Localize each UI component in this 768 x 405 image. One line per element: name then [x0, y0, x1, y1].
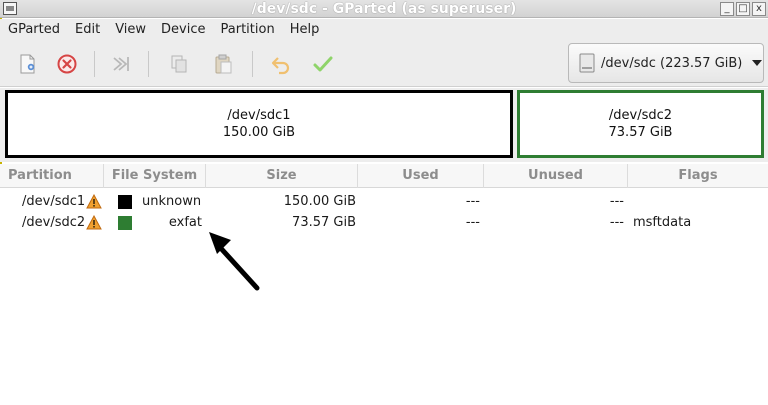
apply-icon	[313, 56, 333, 72]
menu-partition[interactable]: Partition	[213, 19, 282, 41]
paste-button[interactable]	[210, 51, 236, 77]
partition-cell: /dev/sdc2	[22, 215, 86, 230]
minimize-button[interactable]: _	[720, 2, 734, 16]
new-partition-button[interactable]	[14, 51, 40, 77]
chevron-down-icon	[752, 60, 763, 66]
close-button[interactable]: x	[752, 2, 766, 16]
table-row[interactable]: /dev/sdc1 unknown 150.00 GiB --- ---	[0, 190, 768, 213]
column-header-flags[interactable]: Flags	[628, 164, 768, 188]
used-cell: ---	[465, 215, 480, 230]
table-row[interactable]: /dev/sdc2 exfat 73.57 GiB --- --- msftda…	[0, 211, 768, 234]
disk-map: /dev/sdc1 150.00 GiB /dev/sdc2 73.57 GiB	[0, 88, 768, 162]
device-selector-label: /dev/sdc (223.57 GiB)	[601, 55, 743, 71]
menu-edit[interactable]: Edit	[67, 19, 107, 41]
menu-bar: GParted Edit View Device Partition Help	[0, 19, 768, 41]
table-header: Partition File System Size Used Unused F…	[0, 164, 768, 188]
partition-name: /dev/sdc2	[608, 108, 673, 123]
toolbar-separator	[94, 51, 95, 77]
menu-view[interactable]: View	[107, 19, 153, 41]
menu-gparted[interactable]: GParted	[0, 19, 67, 41]
title-bar: /dev/sdc - GParted (as superuser) _ □ x	[0, 0, 768, 18]
partition-table: Partition File System Size Used Unused F…	[0, 164, 768, 405]
warning-icon	[86, 194, 102, 209]
resize-move-icon	[113, 57, 129, 71]
paste-icon	[215, 54, 232, 74]
undo-button[interactable]	[268, 51, 294, 77]
resize-move-button[interactable]	[108, 51, 134, 77]
copy-button[interactable]	[166, 51, 192, 77]
toolbar-separator	[148, 51, 149, 77]
disk-map-partition-sdc2[interactable]: /dev/sdc2 73.57 GiB	[517, 90, 764, 158]
window-controls: _ □ x	[720, 2, 766, 16]
partition-name: /dev/sdc1	[227, 108, 291, 123]
toolbar-separator	[252, 51, 253, 77]
window-title: /dev/sdc - GParted (as superuser)	[251, 1, 517, 17]
disk-icon	[579, 53, 595, 73]
filesystem-cell: exfat	[168, 215, 202, 230]
size-cell: 150.00 GiB	[283, 194, 356, 209]
column-header-filesystem[interactable]: File System	[104, 164, 206, 188]
annotation-arrow-icon	[209, 232, 260, 291]
menu-help[interactable]: Help	[282, 19, 327, 41]
device-selector[interactable]: /dev/sdc (223.57 GiB)	[568, 43, 764, 83]
apply-button[interactable]	[310, 51, 336, 77]
delete-partition-button[interactable]	[54, 51, 80, 77]
warning-icon	[86, 215, 102, 230]
copy-icon	[171, 55, 187, 73]
column-header-size[interactable]: Size	[206, 164, 358, 188]
flags-cell: msftdata	[633, 215, 692, 230]
unused-cell: ---	[609, 194, 624, 209]
partition-cell: /dev/sdc1	[22, 194, 86, 209]
column-header-used[interactable]: Used	[358, 164, 484, 188]
used-cell: ---	[465, 194, 480, 209]
column-header-partition[interactable]: Partition	[0, 164, 104, 188]
filesystem-color-swatch	[118, 216, 132, 230]
partition-size: 150.00 GiB	[222, 125, 296, 140]
delete-icon	[57, 54, 77, 74]
filesystem-color-swatch	[118, 195, 132, 209]
column-header-unused[interactable]: Unused	[484, 164, 628, 188]
undo-icon	[271, 57, 290, 75]
unused-cell: ---	[609, 215, 624, 230]
filesystem-cell: unknown	[142, 194, 202, 209]
partition-size: 73.57 GiB	[608, 125, 673, 140]
new-icon	[20, 54, 35, 74]
menu-device[interactable]: Device	[153, 19, 212, 41]
maximize-button[interactable]: □	[736, 2, 750, 16]
disk-map-partition-sdc1[interactable]: /dev/sdc1 150.00 GiB	[5, 90, 513, 158]
